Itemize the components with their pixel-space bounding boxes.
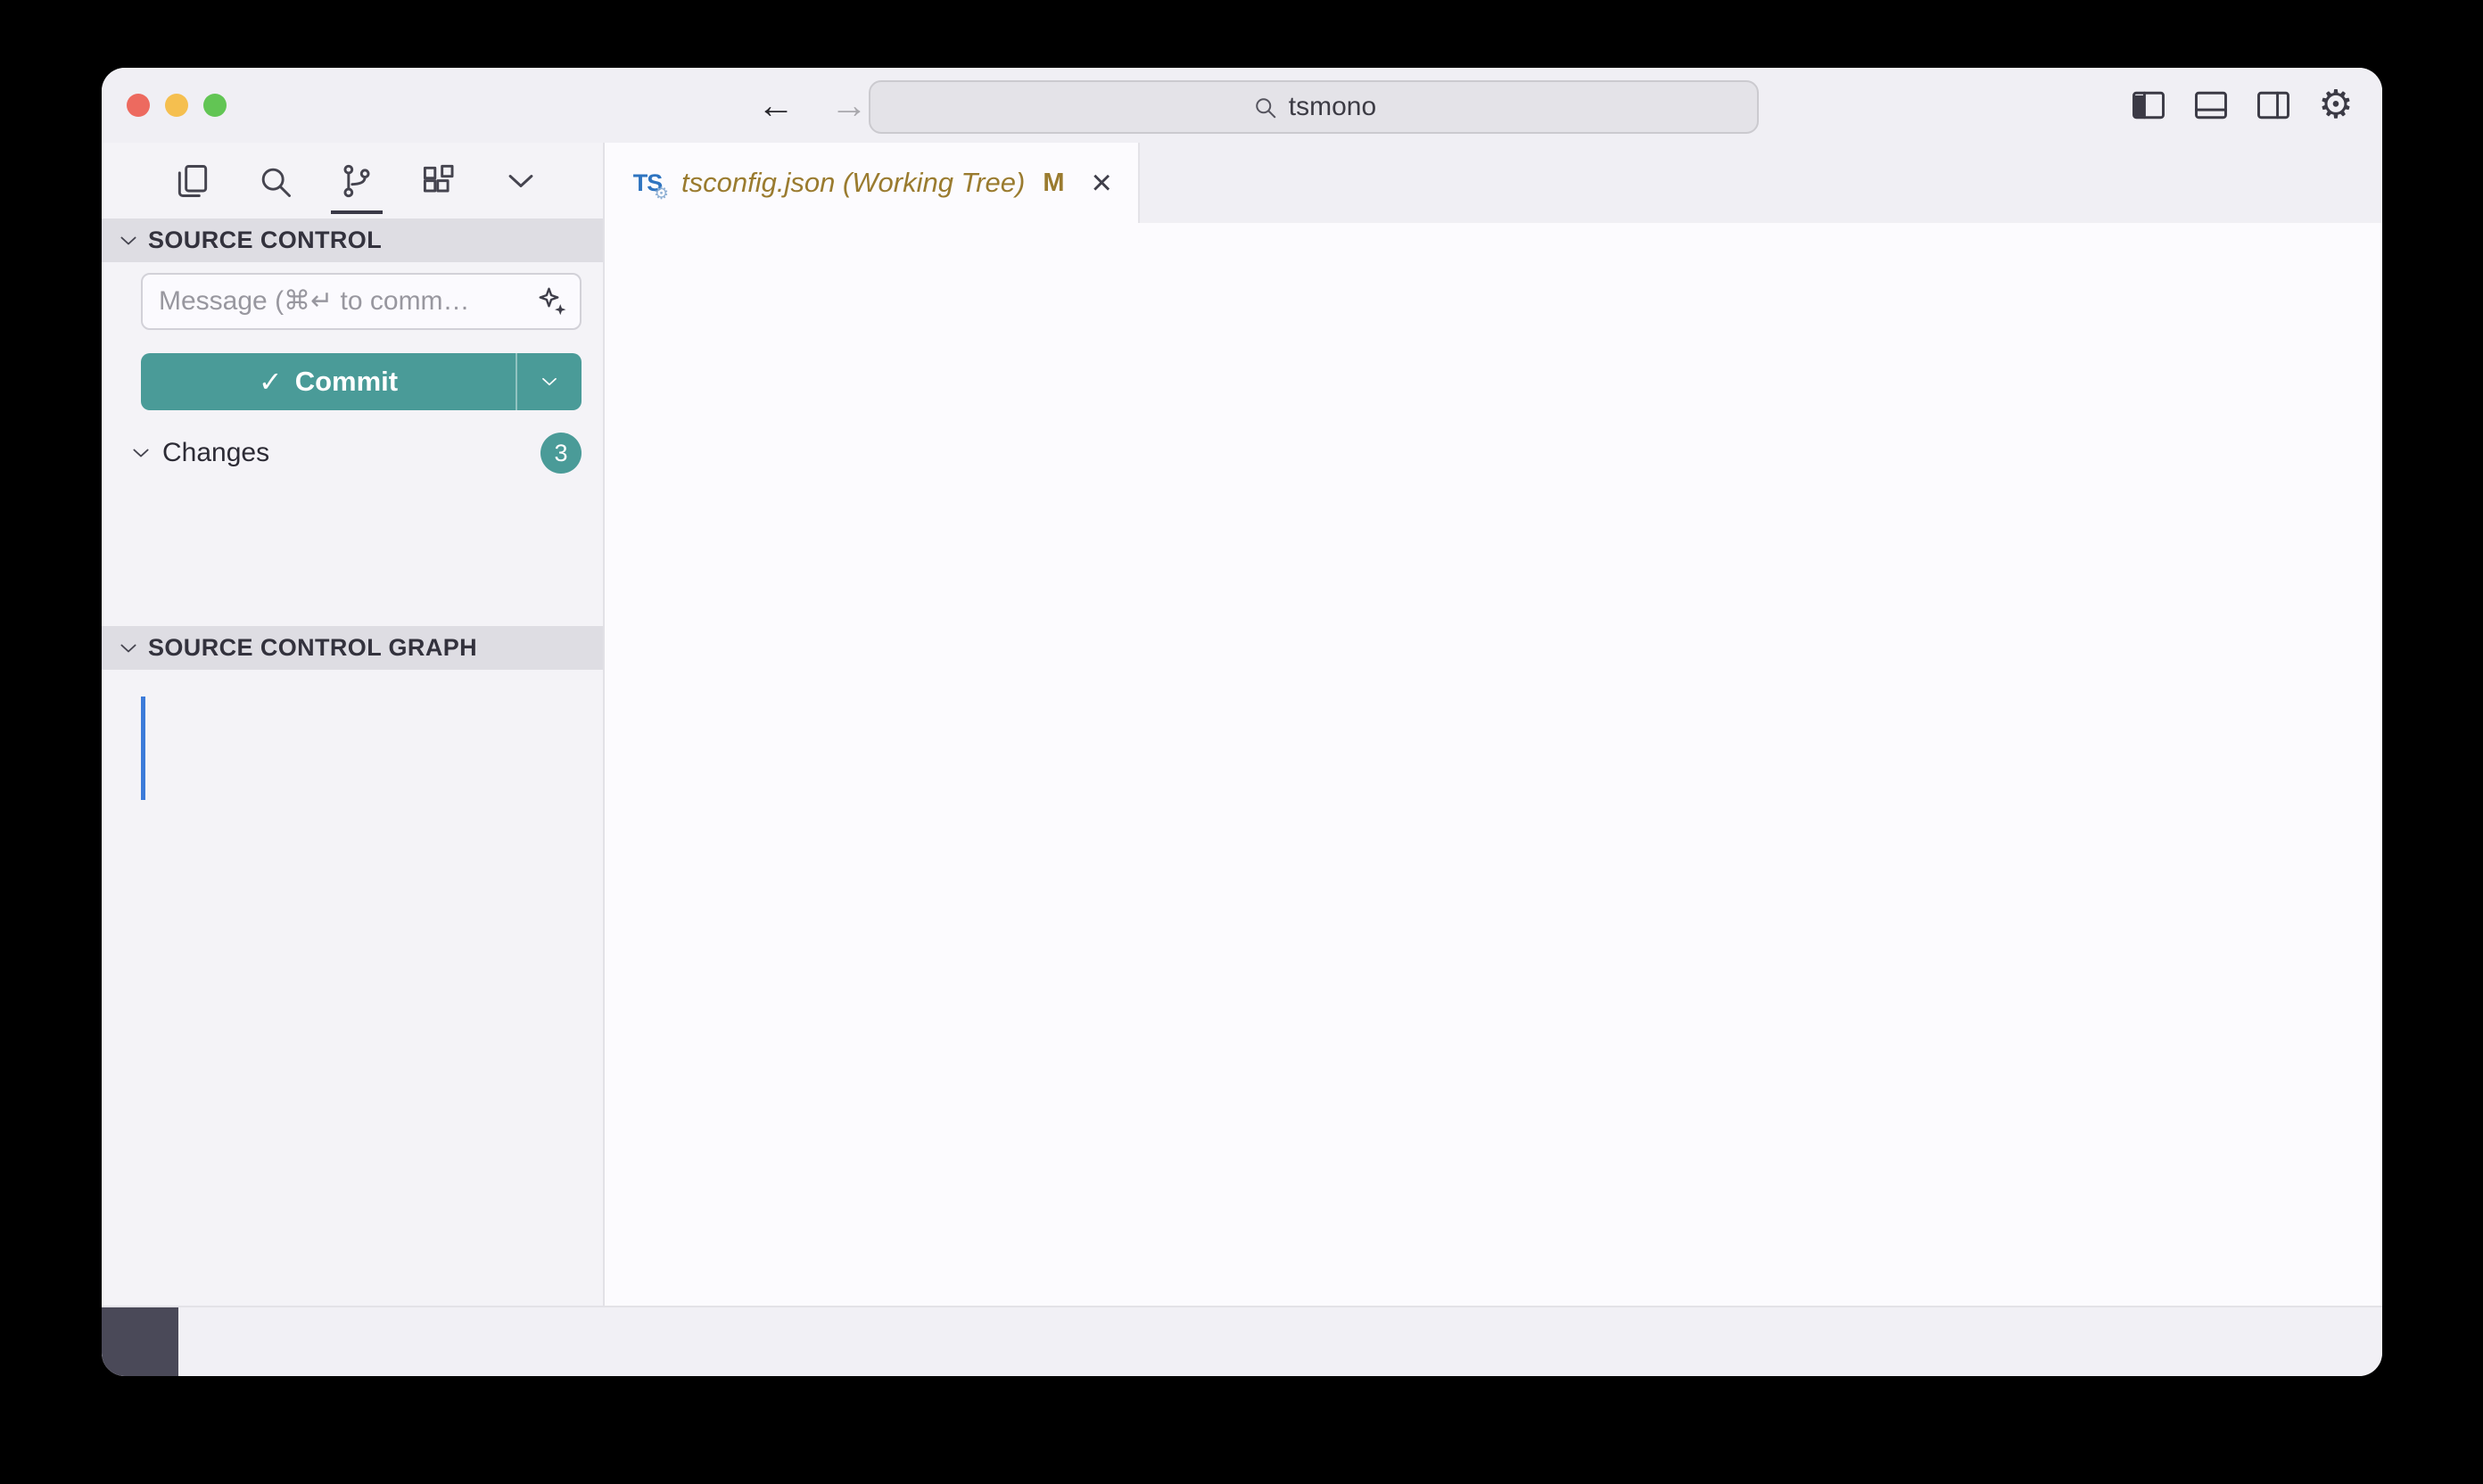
- source-control-header[interactable]: SOURCE CONTROL: [102, 218, 603, 262]
- title-bar: ←→ tsmono ⚙: [102, 68, 2382, 143]
- status-bar: [102, 1306, 2382, 1376]
- generate-commit-message-button[interactable]: [537, 285, 569, 317]
- commit-message-input[interactable]: [141, 273, 582, 330]
- tab-modified-badge: M: [1043, 169, 1064, 198]
- activity-item-extensions[interactable]: [417, 143, 460, 218]
- activity-item-more-views[interactable]: [499, 143, 542, 218]
- source-control-title: SOURCE CONTROL: [148, 227, 382, 254]
- files-icon: [173, 161, 212, 201]
- editor-group: TS⚙ tsconfig.json (Working Tree) M ×: [605, 143, 2382, 1306]
- editor-toolbar: [2355, 143, 2382, 223]
- chevron-down-icon: [116, 636, 141, 661]
- settings-button[interactable]: ⚙: [2316, 86, 2355, 125]
- graph-title: SOURCE CONTROL GRAPH: [148, 634, 477, 662]
- search-icon: [1251, 94, 1278, 120]
- activity-item-search[interactable]: [253, 143, 296, 218]
- graph-line: [141, 697, 145, 800]
- tab-title: tsconfig.json (Working Tree): [681, 167, 1025, 199]
- changes-label: Changes: [162, 438, 269, 468]
- vscode-window: ←→ tsmono ⚙ SOURCE CONTROL ✓ Commit: [102, 68, 2382, 1376]
- changes-count-badge: 3: [540, 433, 582, 474]
- status-right: [2352, 1307, 2382, 1376]
- toggle-panel-button[interactable]: [2191, 86, 2231, 125]
- tab-tsconfig-working-tree[interactable]: TS⚙ tsconfig.json (Working Tree) M ×: [605, 143, 1140, 223]
- back-button[interactable]: ←: [757, 84, 795, 127]
- history-nav: ←→: [757, 68, 868, 143]
- tab-bar: TS⚙ tsconfig.json (Working Tree) M ×: [605, 143, 2382, 223]
- maximize-window-button[interactable]: [203, 94, 227, 117]
- chevron-down-icon: [128, 441, 153, 466]
- search-value: tsmono: [1289, 92, 1376, 122]
- check-icon: ✓: [259, 365, 283, 399]
- chevron-down-icon: [538, 370, 561, 393]
- activity-item-source-control[interactable]: [335, 143, 378, 218]
- git-branch-icon: [337, 161, 376, 201]
- close-tab-button[interactable]: ×: [1092, 163, 1112, 203]
- forward-button[interactable]: →: [830, 84, 868, 127]
- search-icon: [255, 161, 294, 201]
- commit-label: Commit: [295, 366, 398, 398]
- chevron-down-icon: [116, 228, 141, 253]
- commit-message-wrap: [141, 273, 582, 330]
- titlebar-actions: ⚙: [2129, 68, 2355, 143]
- command-center-search[interactable]: tsmono: [869, 80, 1759, 134]
- ts-file-icon: TS⚙: [628, 165, 667, 201]
- commit-dropdown-button[interactable]: [516, 353, 582, 410]
- breadcrumb: [605, 223, 2382, 264]
- chevron-down-icon: [501, 161, 540, 201]
- sidebar-spacer: [102, 476, 603, 626]
- status-left: [178, 1307, 202, 1376]
- toggle-secondary-sidebar-button[interactable]: [2254, 86, 2293, 125]
- extensions-icon: [419, 161, 458, 201]
- source-control-graph-header[interactable]: SOURCE CONTROL GRAPH: [102, 626, 603, 670]
- toggle-primary-sidebar-button[interactable]: [2129, 86, 2168, 125]
- close-window-button[interactable]: [127, 94, 150, 117]
- changes-header[interactable]: Changes 3: [102, 430, 603, 476]
- activity-item-explorer[interactable]: [171, 143, 214, 218]
- commit-button[interactable]: ✓ Commit: [141, 353, 582, 410]
- minimize-window-button[interactable]: [165, 94, 188, 117]
- sidebar: SOURCE CONTROL ✓ Commit Changes 3: [102, 143, 605, 1306]
- remote-indicator[interactable]: [102, 1307, 178, 1376]
- activity-bar: [102, 143, 603, 218]
- code-editor[interactable]: [605, 264, 2382, 1306]
- window-controls: [127, 68, 227, 143]
